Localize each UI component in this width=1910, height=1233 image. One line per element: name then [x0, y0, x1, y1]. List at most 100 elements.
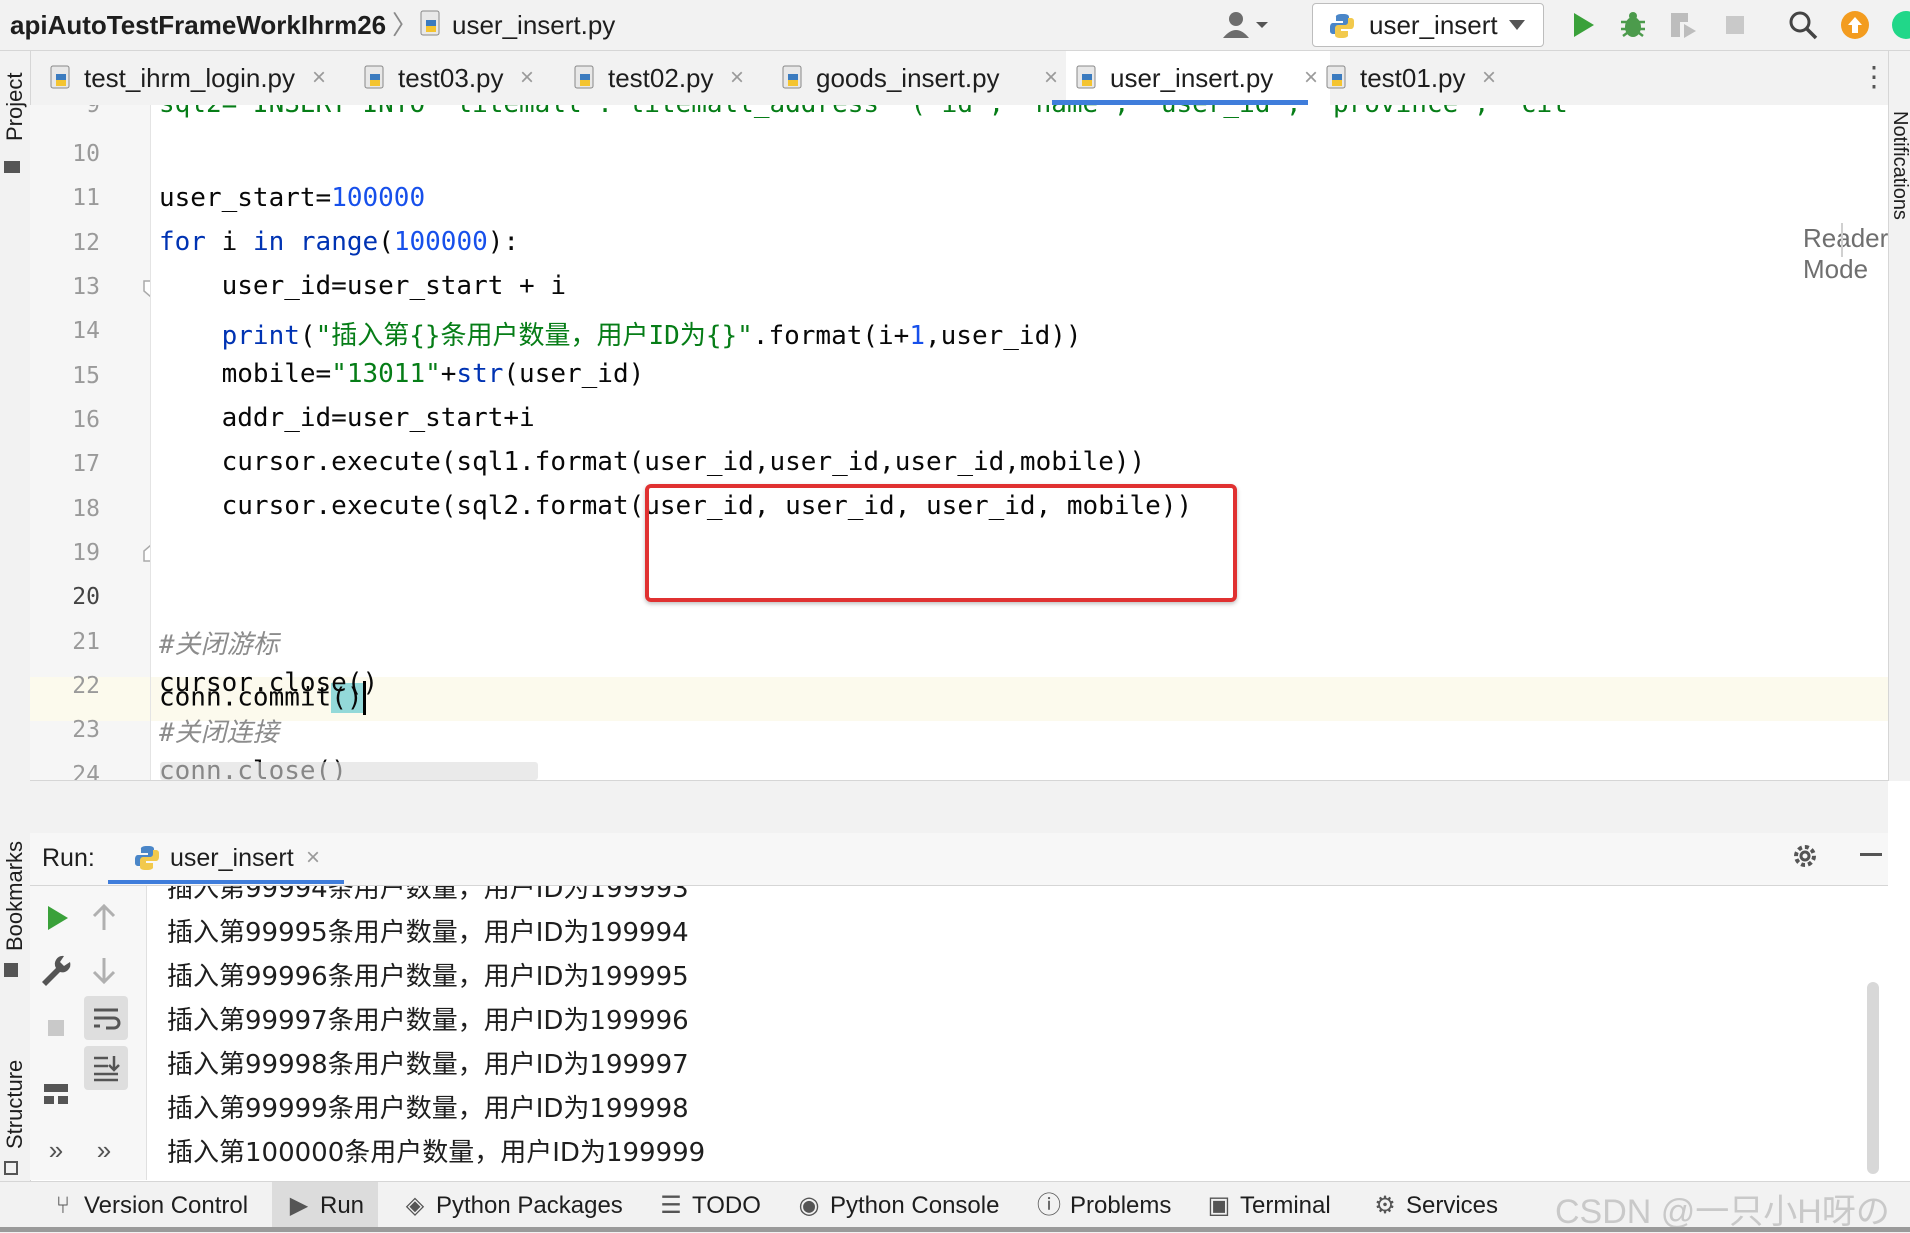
line-number: 10: [72, 141, 100, 167]
close-icon[interactable]: ×: [520, 51, 534, 105]
arrow-up-icon[interactable]: [84, 898, 124, 938]
close-icon[interactable]: ×: [1304, 51, 1318, 105]
update-icon[interactable]: [1838, 8, 1872, 42]
tab-test-ihrm-login[interactable]: test_ihrm_login.py ×: [50, 51, 350, 105]
structure-tool-button[interactable]: Structure: [2, 1060, 28, 1149]
close-icon[interactable]: ×: [1044, 51, 1058, 105]
debug-icon[interactable]: [1616, 8, 1650, 42]
terminal-label: Terminal: [1240, 1192, 1331, 1219]
python-console-label: Python Console: [830, 1192, 1000, 1219]
search-icon[interactable]: [1786, 8, 1820, 42]
python-file-icon: [1076, 65, 1096, 89]
todo-label: TODO: [692, 1192, 761, 1219]
tab-test03[interactable]: test03.py ×: [364, 51, 564, 105]
tabs-more-icon[interactable]: ⋮: [1860, 55, 1888, 99]
line-number: 14: [72, 318, 100, 344]
close-icon[interactable]: ×: [312, 51, 326, 105]
project-tool-button[interactable]: Project: [2, 73, 28, 141]
code-token: (: [299, 321, 316, 351]
tab-goods-insert[interactable]: goods_insert.py ×: [782, 51, 1062, 105]
status-bar-edge: [0, 1227, 1910, 1232]
line-number: 22: [72, 673, 100, 699]
terminal-button[interactable]: ▣ Terminal: [1206, 1182, 1331, 1230]
line-number: 17: [72, 451, 100, 477]
tab-user-insert[interactable]: user_insert.py ×: [1066, 51, 1330, 105]
problems-button[interactable]: ⓘ Problems: [1036, 1182, 1171, 1230]
console-line: 插入第99996条用户数量，用户ID为199995: [167, 962, 689, 992]
account-icon[interactable]: [1220, 10, 1272, 40]
current-line-highlight: [151, 677, 1888, 721]
line-number: 21: [72, 629, 100, 655]
tab-label: goods_insert.py: [816, 63, 1000, 93]
run-configuration-dropdown[interactable]: user_insert: [1312, 3, 1544, 47]
python-packages-button[interactable]: ◈ Python Packages: [402, 1182, 623, 1230]
line-number: 15: [72, 363, 100, 389]
code-token: mobile=: [159, 359, 332, 389]
code-token: i: [205, 227, 253, 257]
console-line: 插入第100000条用户数量，用户ID为199999: [167, 1138, 706, 1168]
run-console-output[interactable]: 插入第99994条用户数量，用户ID为199993 插入第99995条用户数量，…: [147, 886, 1888, 1180]
line-number: 18: [72, 496, 100, 522]
more-tools-icon[interactable]: »: [84, 1130, 124, 1170]
project-name[interactable]: apiAutoTestFrameWorkIhrm26: [10, 8, 386, 42]
wrench-icon[interactable]: [36, 950, 76, 990]
ide-logo-icon[interactable]: [1890, 8, 1910, 42]
code-line-18: cursor.execute(sql1.format(user_id,user_…: [159, 447, 1146, 477]
soft-wrap-icon[interactable]: [86, 998, 126, 1038]
run-label: Run: [320, 1192, 365, 1219]
structure-icon: [4, 1161, 18, 1175]
tab-test01[interactable]: test01.py ×: [1326, 51, 1526, 105]
run-tab-user-insert[interactable]: user_insert: [170, 841, 294, 875]
run-with-coverage-icon[interactable]: [1666, 8, 1700, 42]
close-icon[interactable]: ×: [306, 841, 320, 875]
rerun-icon[interactable]: [36, 898, 76, 938]
editor-tabs: test_ihrm_login.py × test03.py × test02.…: [30, 51, 1910, 106]
more-tools-icon[interactable]: »: [36, 1130, 76, 1170]
right-tool-strip: Notifications: [1888, 51, 1910, 781]
code-token: "插入第{}条用户数量，用户ID为{}": [315, 321, 753, 351]
layout-icon[interactable]: [36, 1074, 76, 1114]
reader-mode-button[interactable]: Reader Mode: [1803, 223, 1888, 285]
line-number: 9: [86, 105, 100, 118]
run-tool-button[interactable]: ▶ Run: [286, 1182, 364, 1230]
gear-icon[interactable]: [1790, 841, 1820, 871]
code-token: "13011": [331, 359, 441, 389]
run-icon[interactable]: [1566, 8, 1600, 42]
minimize-icon[interactable]: [1856, 839, 1886, 869]
console-scrollbar[interactable]: [1867, 982, 1879, 1174]
line-number: 23: [72, 717, 100, 743]
code-token: ):: [487, 227, 520, 257]
horizontal-scrollbar[interactable]: [160, 762, 538, 780]
line-number: 16: [72, 407, 100, 433]
stop-icon[interactable]: [36, 1008, 76, 1048]
python-console-button[interactable]: ◉ Python Console: [796, 1182, 1000, 1230]
todo-button[interactable]: ☰ TODO: [658, 1182, 761, 1230]
close-icon[interactable]: ×: [1482, 51, 1496, 105]
panel-splitter[interactable]: [30, 780, 1888, 834]
code-editor[interactable]: sql2="INSERT INTO `litemall`.`litemall_a…: [151, 105, 1888, 780]
notifications-tool-button[interactable]: Notifications: [1888, 111, 1910, 220]
version-control-button[interactable]: ⑂ Version Control: [50, 1182, 248, 1230]
python-icon: [1330, 14, 1354, 38]
code-line-15: print("插入第{}条用户数量，用户ID为{}".format(i+1,us…: [159, 315, 1082, 352]
services-icon: ⚙: [1374, 1192, 1396, 1219]
python-file-icon: [782, 65, 802, 89]
arrow-down-icon[interactable]: [84, 950, 124, 990]
console-line: 插入第99999条用户数量，用户ID为199998: [167, 1094, 689, 1124]
code-line-13: for i in range(100000):: [159, 227, 519, 257]
bookmarks-tool-button[interactable]: Bookmarks: [2, 841, 28, 951]
python-file-icon: [420, 10, 440, 36]
code-line-23: #关闭连接: [159, 718, 279, 748]
services-button[interactable]: ⚙ Services: [1372, 1182, 1498, 1230]
watermark: CSDN @一只小H呀の: [1555, 1193, 1890, 1231]
scroll-to-end-icon[interactable]: [86, 1048, 126, 1088]
stop-icon[interactable]: [1718, 8, 1752, 42]
breadcrumb-file[interactable]: user_insert.py: [452, 8, 615, 42]
tab-test02[interactable]: test02.py ×: [574, 51, 774, 105]
fold-end-marker-icon[interactable]: [142, 543, 150, 563]
fold-marker-icon[interactable]: [142, 279, 150, 299]
close-icon[interactable]: ×: [730, 51, 744, 105]
code-token: .format(i+: [752, 321, 910, 351]
navigation-bar: apiAutoTestFrameWorkIhrm26 〉 user_insert…: [0, 0, 1910, 51]
